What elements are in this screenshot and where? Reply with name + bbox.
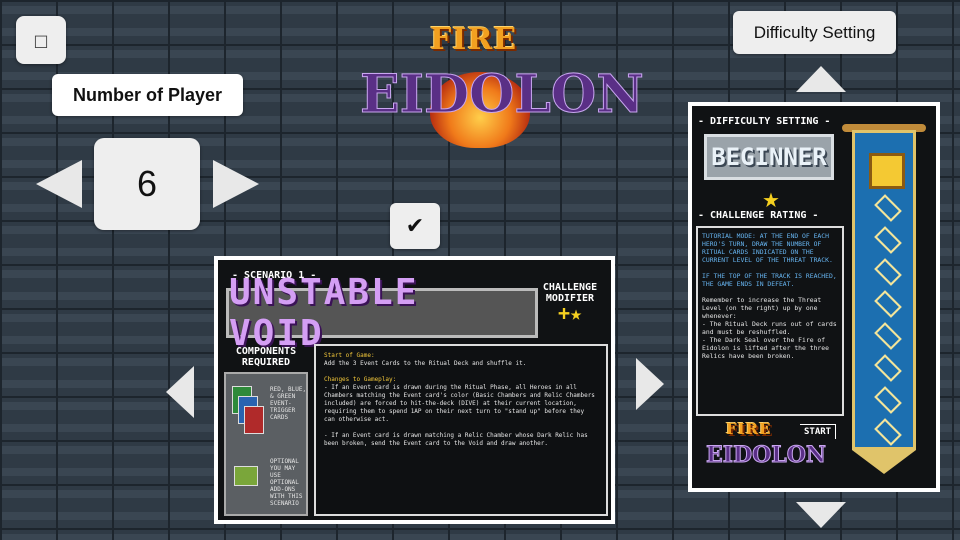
difficulty-down-arrow-icon[interactable] xyxy=(796,502,846,528)
component-optional: OPTIONAL YOU MAY USE OPTIONAL ADD-ONS WI… xyxy=(270,458,303,507)
threat-level-marker xyxy=(874,226,902,254)
component-event-cards: RED, BLUE, & GREEN EVENT-TRIGGER CARDS xyxy=(270,386,307,421)
scenario-rules: Start of Game: Add the 3 Event Cards to … xyxy=(314,344,608,516)
add-on-icon xyxy=(234,466,258,486)
threat-level-marker xyxy=(874,258,902,286)
condition-1: - The Ritual Deck runs out of cards and … xyxy=(702,320,837,336)
threat-level-marker xyxy=(874,290,902,318)
start-text: Add the 3 Event Cards to the Ritual Deck… xyxy=(324,360,527,367)
rule-1: - If an Event card is drawn during the R… xyxy=(324,384,595,423)
threat-level-marker xyxy=(874,354,902,382)
player-count-value: 6 xyxy=(94,138,200,230)
start-marker: START xyxy=(800,424,837,439)
scenario-card: - SCENARIO 1 - UNSTABLE VOID CHALLENGE M… xyxy=(214,256,615,524)
threat-level-marker xyxy=(874,194,902,222)
condition-2: - The Dark Seal over the Fire of Eidolon… xyxy=(702,336,829,360)
difficulty-rules: TUTORIAL MODE: AT THE END OF EACH HERO'S… xyxy=(696,226,844,416)
decrease-players-arrow-icon[interactable] xyxy=(36,160,82,208)
game-logo: FIRE EIDOLON xyxy=(360,22,645,150)
tutorial-text: TUTORIAL MODE: AT THE END OF EACH HERO'S… xyxy=(702,232,833,264)
rule-2: - If an Event card is drawn matching a R… xyxy=(324,432,588,447)
menu-button[interactable]: □ xyxy=(16,16,66,64)
checkmark-icon: ✔ xyxy=(405,213,425,239)
start-heading: Start of Game: xyxy=(324,352,375,359)
increase-players-arrow-icon[interactable] xyxy=(213,160,259,208)
player-count-label: Number of Player xyxy=(52,74,243,116)
difficulty-up-arrow-icon[interactable] xyxy=(796,66,846,92)
components-required-label: COMPONENTS REQUIRED xyxy=(235,346,297,368)
banner-tip xyxy=(852,450,916,474)
logo-line1: FIRE xyxy=(430,22,518,57)
remember-text: Remember to increase the Threat Level (o… xyxy=(702,296,822,320)
threat-level-marker xyxy=(874,386,902,414)
small-logo-line1: FIRE xyxy=(726,420,772,438)
defeat-text: IF THE TOP OF THE TRACK IS REACHED, THE … xyxy=(702,272,837,288)
components-panel: RED, BLUE, & GREEN EVENT-TRIGGER CARDS O… xyxy=(224,372,308,516)
threat-level-marker xyxy=(874,322,902,350)
square-icon: □ xyxy=(33,30,49,50)
confirm-button[interactable]: ✔ xyxy=(390,203,440,249)
banner-cloth xyxy=(852,130,916,450)
logo-line2: EIDOLON xyxy=(360,64,645,126)
difficulty-level-box: BEGINNER xyxy=(704,134,834,180)
threat-level-marker xyxy=(874,418,902,446)
scenario-title-box: UNSTABLE VOID xyxy=(226,272,538,354)
previous-scenario-arrow-icon[interactable] xyxy=(166,366,194,418)
small-game-logo: FIRE EIDOLON xyxy=(705,420,826,480)
next-scenario-arrow-icon[interactable] xyxy=(636,358,664,410)
dark-seal-icon xyxy=(869,153,905,189)
difficulty-heading: - DIFFICULTY SETTING - xyxy=(698,116,831,127)
small-logo-line2: EIDOLON xyxy=(705,442,827,469)
challenge-rating-heading: - CHALLENGE RATING - xyxy=(698,210,819,221)
difficulty-setting-button[interactable]: Difficulty Setting xyxy=(733,11,896,54)
threat-track-banner xyxy=(842,124,926,476)
difficulty-card: - DIFFICULTY SETTING - BEGINNER ★ - CHAL… xyxy=(688,102,940,492)
modifier-star-icon: +★ xyxy=(557,301,583,325)
changes-heading: Changes to Gameplay: xyxy=(324,376,397,383)
challenge-modifier: CHALLENGE MODIFIER +★ xyxy=(533,282,607,325)
scenario-title: UNSTABLE VOID xyxy=(229,272,419,354)
red-event-card-icon xyxy=(244,406,264,434)
difficulty-level: BEGINNER xyxy=(711,143,827,171)
